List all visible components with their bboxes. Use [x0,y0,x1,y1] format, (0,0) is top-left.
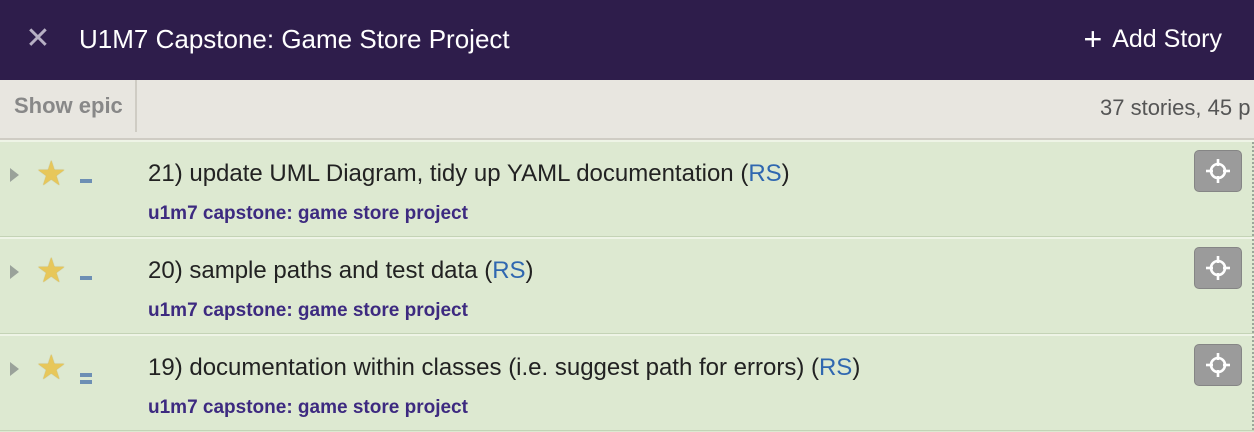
show-epic-button[interactable]: Show epic [0,80,137,132]
plus-icon: + [1083,21,1103,57]
story-list: ★ 21) update UML Diagram, tidy up YAML d… [0,140,1254,431]
epic-header: ✕ U1M7 Capstone: Game Store Project + Ad… [0,0,1254,80]
locate-story-button[interactable] [1194,247,1242,289]
epic-title: U1M7 Capstone: Game Store Project [79,24,510,54]
story-title-suffix: ) [781,160,790,187]
estimate-bar [80,380,92,384]
locate-story-button[interactable] [1194,150,1242,192]
close-icon[interactable]: ✕ [24,24,52,54]
estimate-bar [80,373,92,377]
crosshair-icon [1206,256,1230,280]
story-epic-label[interactable]: u1m7 capstone: game store project [148,299,468,323]
add-story-button[interactable]: + Add Story [1084,22,1222,56]
story-title-suffix: ) [525,257,534,284]
owner-initials-link[interactable]: RS [819,354,852,381]
estimate-indicator [80,276,92,283]
expand-arrow-icon[interactable] [10,362,19,376]
story-row[interactable]: ★ 21) update UML Diagram, tidy up YAML d… [0,140,1254,237]
crosshair-icon [1206,159,1230,183]
story-title-text: 20) sample paths and test data ( [148,257,493,284]
story-epic-label[interactable]: u1m7 capstone: game store project [148,202,468,226]
story-title-suffix: ) [852,354,861,381]
expand-arrow-icon[interactable] [10,265,19,279]
story-title-text: 21) update UML Diagram, tidy up YAML doc… [148,160,749,187]
story-title[interactable]: 21) update UML Diagram, tidy up YAML doc… [148,159,790,189]
story-count-summary: 37 stories, 45 p [1100,95,1251,120]
story-row[interactable]: ★ 20) sample paths and test data (RS) u1… [0,237,1254,334]
story-title[interactable]: 20) sample paths and test data (RS) [148,256,534,286]
star-icon[interactable]: ★ [36,254,66,288]
expand-arrow-icon[interactable] [10,168,19,182]
add-story-label: Add Story [1112,24,1222,53]
story-title[interactable]: 19) documentation within classes (i.e. s… [148,353,860,383]
owner-initials-link[interactable]: RS [748,160,781,187]
crosshair-icon [1206,353,1230,377]
story-title-text: 19) documentation within classes (i.e. s… [148,354,819,381]
estimate-indicator [80,179,92,186]
story-row[interactable]: ★ 19) documentation within classes (i.e.… [0,334,1254,431]
epic-toolbar: Show epic 37 stories, 45 p [0,80,1254,140]
star-icon[interactable]: ★ [36,157,66,191]
estimate-indicator [80,373,92,387]
estimate-bar [80,276,92,280]
owner-initials-link[interactable]: RS [492,257,525,284]
estimate-bar [80,179,92,183]
story-epic-label[interactable]: u1m7 capstone: game store project [148,396,468,420]
locate-story-button[interactable] [1194,344,1242,386]
star-icon[interactable]: ★ [36,351,66,385]
